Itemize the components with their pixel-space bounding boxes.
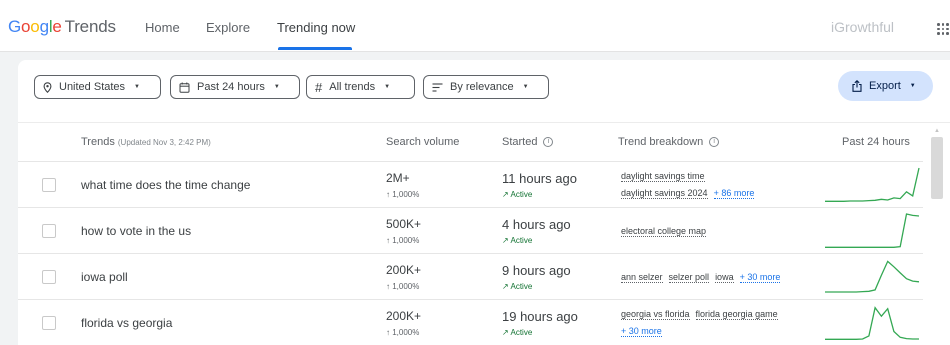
row-checkbox[interactable] xyxy=(42,270,56,284)
breakdown-chip[interactable]: florida georgia game xyxy=(695,309,778,320)
share-icon xyxy=(852,80,862,92)
more-link[interactable]: + 86 more xyxy=(713,188,755,199)
status-active: ↗ Active xyxy=(502,236,533,245)
apps-grid-icon[interactable] xyxy=(937,23,949,35)
breakdown-chip[interactable]: iowa xyxy=(715,272,734,283)
trending-card: United States ▼ Past 24 hours ▼ # All tr… xyxy=(18,60,950,345)
col-trends-header: Trends (Updated Nov 3, 2:42 PM) xyxy=(81,136,211,148)
col-past-header: Past 24 hours xyxy=(842,136,910,148)
breakdown-chip[interactable]: georgia vs florida xyxy=(621,309,690,320)
calendar-icon xyxy=(179,82,190,93)
sparkline-series xyxy=(825,213,920,248)
row-checkbox[interactable] xyxy=(42,178,56,192)
google-trends-logo[interactable]: Google Trends xyxy=(8,17,116,37)
col-started-header[interactable]: Started i xyxy=(502,136,554,148)
search-volume: 200K+ xyxy=(386,263,422,277)
breakdown-chip[interactable]: daylight savings 2024 xyxy=(621,188,708,199)
watermark-brand: iGrowthful xyxy=(831,19,895,35)
table-row[interactable]: how to vote in the us 500K+ ↑ 1,000% 4 h… xyxy=(18,208,923,254)
volume-change: ↑ 1,000% xyxy=(386,190,420,199)
breakdown-line: daylight savings 2024 + 86 more xyxy=(621,188,760,199)
started-time: 11 hours ago xyxy=(502,171,577,186)
sparkline-series xyxy=(825,306,919,340)
breakdown-chip[interactable]: ann selzer xyxy=(621,272,663,283)
table-row[interactable]: iowa poll 200K+ ↑ 1,000% 9 hours ago ↗ A… xyxy=(18,254,923,300)
scrollbar-thumb[interactable] xyxy=(931,137,943,199)
sort-filter-label: By relevance xyxy=(450,81,514,93)
export-button[interactable]: Export ▼ xyxy=(838,71,933,101)
trend-title[interactable]: what time does the time change xyxy=(81,178,250,192)
search-volume: 2M+ xyxy=(386,171,410,185)
trend-title[interactable]: iowa poll xyxy=(81,270,128,284)
breakdown-chip[interactable]: selzer poll xyxy=(668,272,710,283)
chevron-down-icon: ▼ xyxy=(522,84,529,90)
trend-title[interactable]: how to vote in the us xyxy=(81,224,191,238)
app-header: Google Trends Home Explore Trending now i… xyxy=(0,0,950,52)
col-breakdown-header: Trend breakdown i xyxy=(618,136,720,148)
row-checkbox[interactable] xyxy=(42,224,56,238)
volume-change: ↑ 1,000% xyxy=(386,236,420,245)
col-volume-header[interactable]: Search volume xyxy=(386,136,459,148)
status-active: ↗ Active xyxy=(502,190,533,199)
breakdown-chip[interactable]: daylight savings time xyxy=(621,171,705,182)
scroll-up-arrow-icon[interactable]: ▲ xyxy=(934,128,940,134)
nav-explore[interactable]: Explore xyxy=(206,20,250,35)
time-filter-label: Past 24 hours xyxy=(197,81,265,93)
more-link[interactable]: + 30 more xyxy=(739,272,781,283)
started-time: 4 hours ago xyxy=(502,217,571,232)
location-filter[interactable]: United States ▼ xyxy=(34,75,161,99)
category-filter-label: All trends xyxy=(329,81,376,93)
started-time: 9 hours ago xyxy=(502,263,571,278)
chevron-down-icon: ▼ xyxy=(384,84,391,90)
volume-change: ↑ 1,000% xyxy=(386,328,420,337)
breakdown-line: georgia vs florida florida georgia game xyxy=(621,309,784,320)
row-checkbox[interactable] xyxy=(42,316,56,330)
search-volume: 200K+ xyxy=(386,309,422,323)
sparkline-chart xyxy=(825,213,920,248)
location-filter-label: United States xyxy=(59,81,126,93)
breakdown-line: + 30 more xyxy=(621,326,668,337)
sparkline-series xyxy=(825,167,920,202)
started-time: 19 hours ago xyxy=(502,309,578,324)
breakdown-line: electoral college map xyxy=(621,226,712,237)
table-row[interactable]: florida vs georgia 200K+ ↑ 1,000% 19 hou… xyxy=(18,300,923,345)
breakdown-chip[interactable]: electoral college map xyxy=(621,226,707,237)
breakdown-line: daylight savings time xyxy=(621,171,711,182)
status-active: ↗ Active xyxy=(502,282,533,291)
sparkline-chart xyxy=(825,260,920,293)
status-active: ↗ Active xyxy=(502,328,533,337)
nav-home[interactable]: Home xyxy=(145,20,180,35)
chevron-down-icon: ▼ xyxy=(134,84,140,90)
sort-filter[interactable]: By relevance ▼ xyxy=(423,75,549,99)
info-icon[interactable]: i xyxy=(543,137,554,148)
active-tab-indicator xyxy=(278,47,352,50)
sparkline-series xyxy=(825,260,920,293)
info-icon[interactable]: i xyxy=(709,137,720,148)
nav-trending-now[interactable]: Trending now xyxy=(277,20,355,35)
category-filter[interactable]: # All trends ▼ xyxy=(306,75,415,99)
chevron-down-icon: ▼ xyxy=(273,84,280,90)
chevron-down-icon: ▼ xyxy=(909,83,916,89)
volume-change: ↑ 1,000% xyxy=(386,282,420,291)
table-row[interactable]: what time does the time change 2M+ ↑ 1,0… xyxy=(18,162,923,208)
hashtag-icon: # xyxy=(315,79,323,95)
breakdown-line: ann selzer selzer poll iowa + 30 more xyxy=(621,272,786,283)
sort-icon xyxy=(432,82,443,92)
export-label: Export xyxy=(869,80,901,92)
time-filter[interactable]: Past 24 hours ▼ xyxy=(170,75,300,99)
sparkline-chart xyxy=(825,306,919,340)
toolbar-divider xyxy=(18,122,950,123)
sparkline-chart xyxy=(825,167,920,202)
search-volume: 500K+ xyxy=(386,217,422,231)
location-pin-icon xyxy=(43,81,52,93)
trend-title[interactable]: florida vs georgia xyxy=(81,316,172,330)
updated-timestamp: (Updated Nov 3, 2:42 PM) xyxy=(117,138,211,147)
more-link[interactable]: + 30 more xyxy=(621,326,662,337)
